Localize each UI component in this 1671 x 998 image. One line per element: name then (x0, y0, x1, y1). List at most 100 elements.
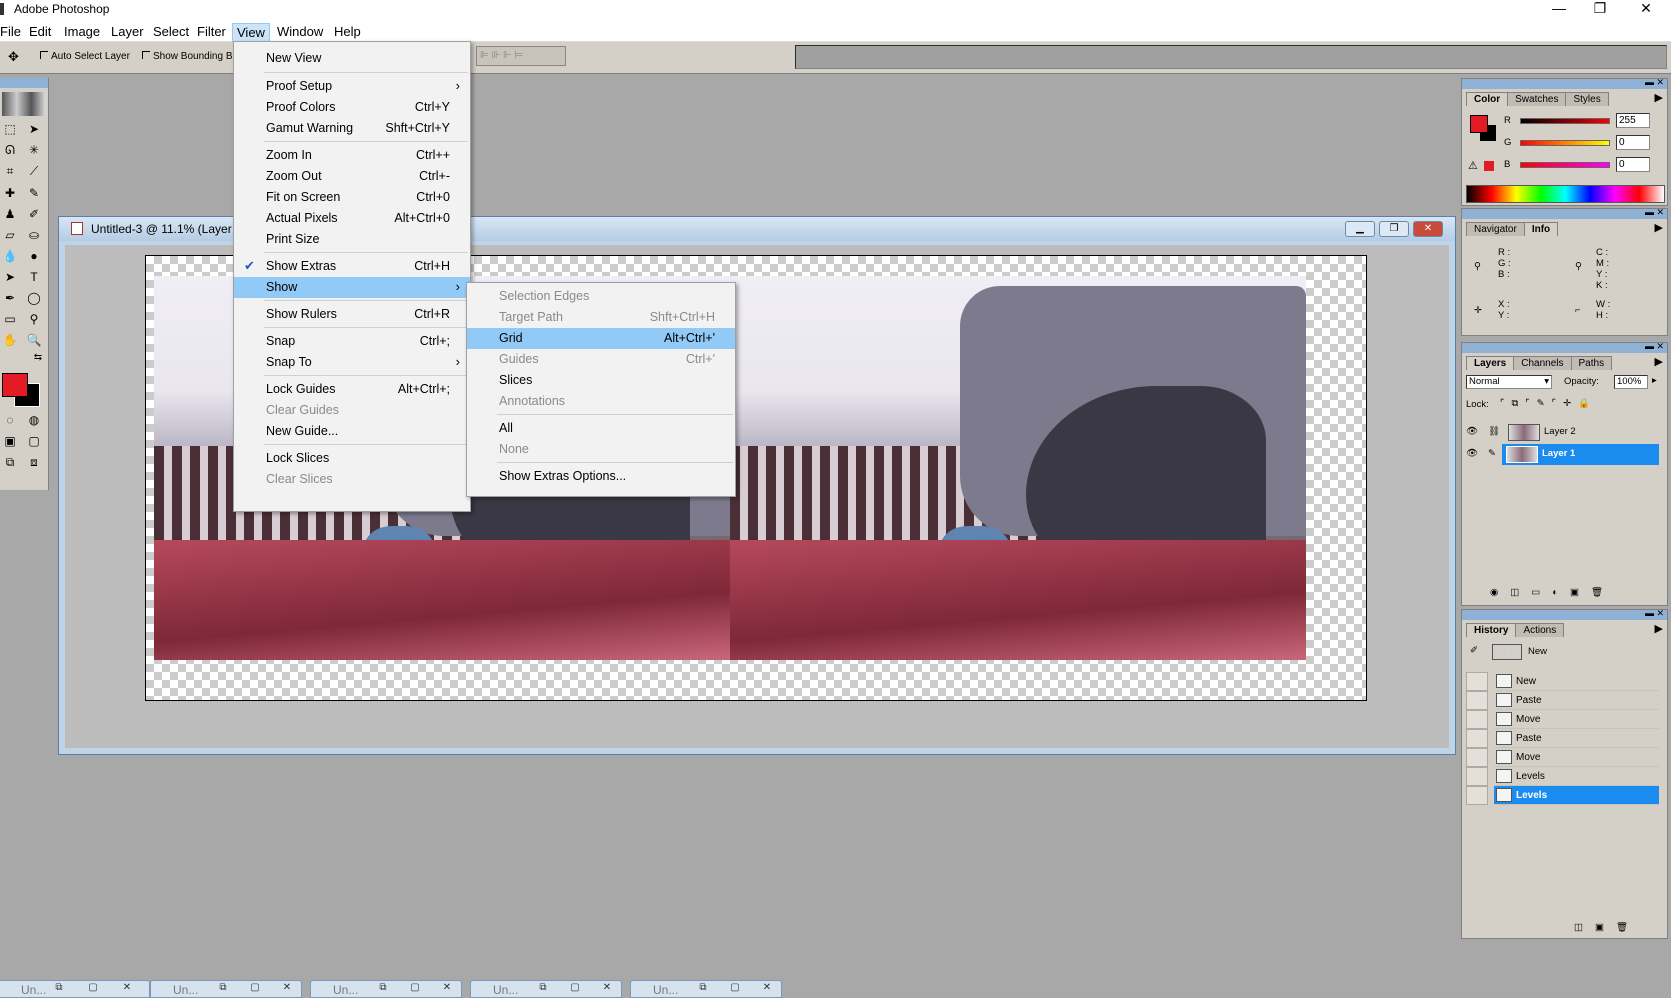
swap-colors-icon[interactable]: ⇆ (28, 348, 48, 367)
color-fg-swatch[interactable] (1470, 115, 1488, 133)
healing-brush-icon[interactable]: ✚ (0, 184, 20, 203)
history-source-box[interactable] (1466, 767, 1488, 786)
show-menu-item-grid[interactable]: Grid Alt+Ctrl+' (467, 328, 735, 349)
imageready-icon[interactable]: ⧉ (0, 453, 20, 472)
minimized-doc[interactable]: Un... ⧉ ▢ ✕ (310, 980, 462, 998)
view-menu-item-fit-on-screen[interactable]: Fit on Screen Ctrl+0 (234, 187, 470, 208)
history-source-box[interactable] (1466, 729, 1488, 748)
doc-restore-button[interactable]: ❐ (1379, 221, 1409, 237)
blur-tool-icon[interactable]: 💧 (0, 247, 20, 266)
color-ramp[interactable] (1466, 185, 1665, 203)
menu-view[interactable]: View (232, 23, 270, 42)
blend-mode-select[interactable]: Normal ▾ (1466, 375, 1552, 389)
move-tool-icon-2[interactable]: ➤ (24, 120, 44, 139)
snapshot-name[interactable]: New (1528, 646, 1547, 657)
minimized-doc[interactable]: Un... ⧉ ▢ ✕ (150, 980, 302, 998)
show-menu-item-guides[interactable]: Guides Ctrl+' (467, 349, 735, 370)
doc-minimize-button[interactable]: ▁ (1345, 221, 1375, 237)
stamp-tool-icon[interactable]: ♟ (0, 205, 20, 224)
minimize-button[interactable]: — (1541, 0, 1577, 21)
view-menu-item-proof-colors[interactable]: Proof Colors Ctrl+Y (234, 97, 470, 118)
tab-swatches[interactable]: Swatches (1507, 92, 1567, 106)
lock-icons[interactable]: ⌜⧉⌜✎⌜✛🔒 (1500, 398, 1597, 409)
view-menu-item-new-guide[interactable]: New Guide... (234, 421, 470, 442)
menu-select[interactable]: Select (149, 23, 193, 40)
auto-select-layer-checkbox[interactable]: Auto Select Layer (40, 51, 130, 62)
show-menu-item-none[interactable]: None (467, 439, 735, 460)
view-menu-item-gamut-warning[interactable]: Gamut Warning Shft+Ctrl+Y (234, 118, 470, 139)
show-menu-item-target-path[interactable]: Target Path Shft+Ctrl+H (467, 307, 735, 328)
tab-navigator[interactable]: Navigator (1466, 222, 1525, 236)
history-state[interactable]: Levels (1494, 767, 1659, 786)
history-state[interactable]: New (1494, 672, 1659, 691)
hand-tool-icon[interactable]: ✋ (0, 331, 20, 350)
view-menu-item-actual-pixels[interactable]: Actual Pixels Alt+Ctrl+0 (234, 208, 470, 229)
quickmask-mode-icon[interactable]: ◍ (24, 411, 44, 430)
history-menu-icon[interactable]: ▶ (1655, 622, 1663, 635)
tab-info[interactable]: Info (1523, 222, 1559, 236)
menu-edit[interactable]: Edit (25, 23, 55, 40)
view-menu-item-snap-to[interactable]: Snap To › (234, 352, 470, 373)
r-slider[interactable] (1520, 118, 1610, 124)
b-slider[interactable] (1520, 162, 1610, 168)
eraser-tool-icon[interactable]: ▱ (0, 226, 20, 245)
screen-mode-icon[interactable]: ▣ (0, 432, 20, 451)
opacity-arrow-icon[interactable]: ▸ (1652, 375, 1657, 386)
menu-help[interactable]: Help (330, 23, 365, 40)
history-buttons[interactable]: ◫▣🗑 (1574, 922, 1640, 933)
bucket-tool-icon[interactable]: ⛀ (24, 226, 44, 245)
history-source-box[interactable] (1466, 748, 1488, 767)
gamut-color-chip[interactable] (1484, 161, 1494, 171)
slice-tool-icon[interactable]: ⟋ (24, 162, 44, 181)
tab-actions[interactable]: Actions (1515, 623, 1565, 637)
history-source-box[interactable] (1466, 691, 1488, 710)
standard-mode-icon[interactable]: ◌ (0, 411, 20, 430)
brush-tool-icon[interactable]: ✎ (24, 184, 44, 203)
minimized-doc[interactable]: Un... ⧉ ▢ ✕ (0, 980, 150, 998)
view-menu-item-proof-setup[interactable]: Proof Setup › (234, 76, 470, 97)
view-menu-item-show-rulers[interactable]: Show Rulers Ctrl+R (234, 304, 470, 325)
layers-menu-icon[interactable]: ▶ (1655, 355, 1663, 368)
dodge-tool-icon[interactable]: ● (24, 247, 44, 266)
info-menu-icon[interactable]: ▶ (1655, 221, 1663, 234)
tab-color[interactable]: Color (1466, 92, 1509, 106)
tab-layers[interactable]: Layers (1466, 356, 1515, 370)
g-value[interactable]: 0 (1616, 135, 1650, 150)
show-menu-item-all[interactable]: All (467, 418, 735, 439)
tab-styles[interactable]: Styles (1565, 92, 1609, 106)
menu-image[interactable]: Image (60, 23, 104, 40)
tab-paths[interactable]: Paths (1570, 356, 1613, 370)
history-brush-icon[interactable]: ✐ (24, 205, 44, 224)
show-menu-item-slices[interactable]: Slices (467, 370, 735, 391)
show-menu-item-annotations[interactable]: Annotations (467, 391, 735, 412)
history-state[interactable]: Move (1494, 748, 1659, 767)
eyedropper-icon[interactable]: ⚲ (24, 310, 44, 329)
align-buttons[interactable]: ⊫ ⊪ ⊩ ⊨ (476, 46, 566, 66)
view-menu-item-print-size[interactable]: Print Size (234, 229, 470, 250)
history-brush-source-icon[interactable]: ✐ (1470, 645, 1478, 656)
b-value[interactable]: 0 (1616, 157, 1650, 172)
type-tool-icon[interactable]: T (24, 268, 44, 287)
menu-file[interactable]: File (0, 23, 25, 40)
close-button[interactable]: ✕ (1628, 0, 1664, 21)
crop-tool-icon[interactable]: ⌗ (0, 162, 20, 181)
eye-icon[interactable]: 👁 (1466, 448, 1478, 459)
history-state[interactable]: Paste (1494, 729, 1659, 748)
view-menu-item-lock-slices[interactable]: Lock Slices (234, 448, 470, 469)
view-menu-item-show[interactable]: Show › (234, 277, 470, 298)
show-menu-item-show-extras-options[interactable]: Show Extras Options... (467, 466, 735, 487)
maximize-button[interactable]: ❐ (1582, 0, 1618, 21)
minimized-doc[interactable]: Un... ⧉ ▢ ✕ (630, 980, 782, 998)
magic-wand-icon[interactable]: ✳ (24, 141, 44, 160)
view-menu-item-clear-slices[interactable]: Clear Slices (234, 469, 470, 490)
minimized-doc[interactable]: Un... ⧉ ▢ ✕ (470, 980, 622, 998)
menu-window[interactable]: Window (273, 23, 327, 40)
history-state[interactable]: Move (1494, 710, 1659, 729)
marquee-tool-icon[interactable]: ⬚ (0, 120, 20, 139)
eye-icon[interactable]: 👁 (1466, 426, 1478, 437)
foreground-color-swatch[interactable] (2, 373, 28, 397)
layer-row-selected[interactable]: Layer 1 (1502, 444, 1659, 465)
history-source-box[interactable] (1466, 786, 1488, 805)
view-menu-item-zoom-out[interactable]: Zoom Out Ctrl+- (234, 166, 470, 187)
view-menu-item-new-view[interactable]: New View (234, 48, 470, 69)
